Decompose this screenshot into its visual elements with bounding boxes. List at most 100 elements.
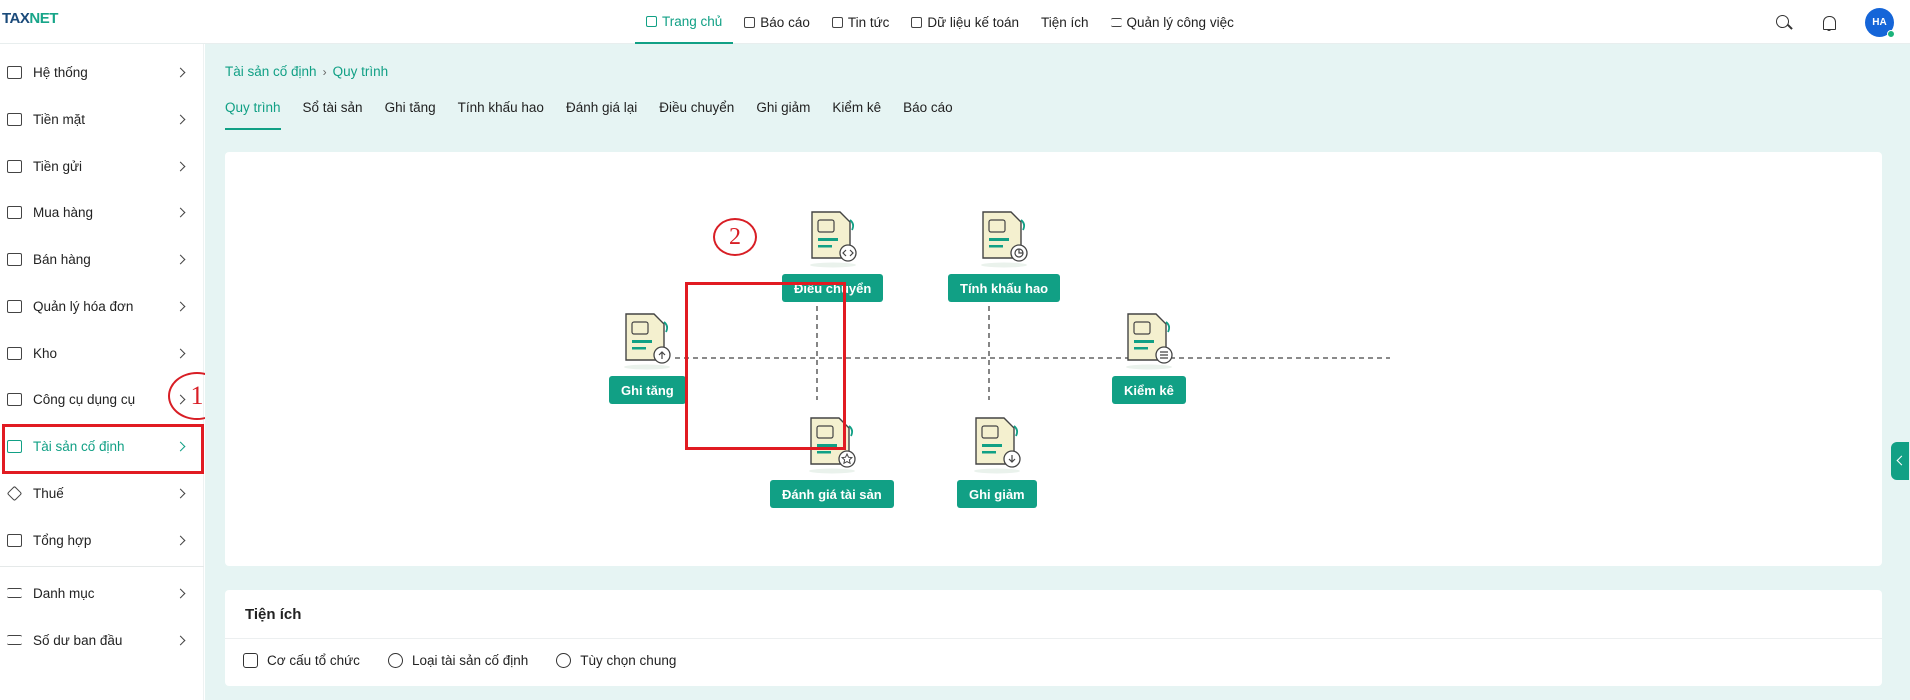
sidebar-item-opening-balance[interactable]: Số dư ban đầu [0,620,204,660]
top-nav: Trang chủ Báo cáo Tin tức Dữ liệu kế toá… [635,0,1245,44]
sidebar-item-label: Bán hàng [33,251,91,267]
tab-process[interactable]: Quy trình [225,100,281,130]
sidebar-item-invoices[interactable]: Quản lý hóa đơn [0,286,204,326]
workflow-node-label[interactable]: Đánh giá tài sản [770,480,894,508]
online-status-dot [1887,30,1895,38]
sidebar-item-catalog[interactable]: Danh mục [0,573,204,613]
sidebar-item-cash[interactable]: Tiền mặt [0,99,204,139]
utility-label: Cơ cấu tổ chức [267,653,360,668]
sidebar-item-label: Công cụ dụng cụ [33,391,136,407]
sidebar-item-deposits[interactable]: Tiền gửi [0,146,204,186]
home-icon [646,15,657,27]
nav-news[interactable]: Tin tức [821,0,901,44]
tab-revaluation[interactable]: Đánh giá lại [566,100,637,130]
chevron-right-icon [175,254,186,264]
tag-icon [6,485,23,501]
annotation-marker-2: 2 [713,218,757,256]
nav-home[interactable]: Trang chủ [635,0,734,44]
shopping-bag-icon [7,205,22,219]
box-icon [7,346,22,360]
bank-icon [7,159,22,173]
sidebar-item-label: Kho [33,345,58,361]
workflow-node-label[interactable]: Ghi tăng [609,376,686,404]
nav-task-management[interactable]: Quản lý công việc [1100,0,1245,44]
user-avatar[interactable]: HA [1865,8,1895,38]
tab-inventory-check[interactable]: Kiểm kê [832,100,881,130]
nav-utilities-label: Tiện ích [1040,14,1089,30]
sidebar-item-warehouse[interactable]: Kho [0,333,204,373]
breadcrumb-root[interactable]: Tài sản cố định [225,64,317,79]
truck-icon [7,252,22,266]
sidebar-item-label: Tiền gửi [33,158,83,174]
workflow-canvas: Ghi tăng Điều chuyển Tính khấu hao Kiểm … [225,152,1882,566]
chevron-right-icon: › [322,64,327,79]
app-logo[interactable]: TAXNET [2,10,58,27]
chevron-right-icon [175,301,186,311]
workflow-node-label[interactable]: Ghi giảm [957,480,1037,508]
tab-bar: Quy trình Sổ tài sản Ghi tăng Tính khấu … [225,100,975,132]
asset-document-download-icon [973,417,1021,474]
cash-icon [7,112,22,126]
asset-document-checklist-icon [1125,313,1173,370]
nav-news-label: Tin tức [847,14,890,30]
cube-icon [243,653,258,668]
logo-text-b: NET [29,10,58,27]
sidebar-item-sales[interactable]: Bán hàng [0,239,204,279]
sidebar-item-label: Tiền mặt [33,111,86,127]
search-icon[interactable] [1775,14,1793,32]
nav-task-management-label: Quản lý công việc [1126,14,1234,30]
tab-report[interactable]: Báo cáo [903,100,953,130]
utility-general-options[interactable]: Tùy chọn chung [556,653,676,668]
sidebar-item-system[interactable]: Hệ thống [0,52,204,92]
hierarchy-icon [7,533,22,547]
sidebar-item-label: Thuế [33,485,64,501]
utility-label: Loại tài sản cố định [411,653,529,668]
nav-utilities[interactable]: Tiện ích [1030,0,1100,44]
sidebar-item-tax[interactable]: Thuế [0,473,204,513]
chevron-right-icon [175,348,186,358]
workflow-node-decrease: Ghi giảm [957,414,1037,508]
nav-accounting-data-label: Dữ liệu kế toán [927,14,1019,30]
highlight-box-increase [685,282,846,450]
tab-asset-book[interactable]: Sổ tài sản [303,100,363,130]
sidebar-item-purchasing[interactable]: Mua hàng [0,192,204,232]
menu-icon [7,588,22,598]
chevron-right-icon [175,161,186,171]
chevron-right-icon [175,114,186,124]
sidebar-item-label: Danh mục [33,585,95,601]
logo-text-a: TAX [2,10,30,27]
balance-icon [7,635,22,645]
utility-label: Tùy chọn chung [580,653,677,668]
asset-document-pie-icon [981,211,1028,268]
avatar-initials: HA [1872,17,1887,28]
list-icon [1110,17,1122,27]
invoice-icon [7,299,22,313]
sidebar-item-summary[interactable]: Tổng hợp [0,520,204,560]
notification-bell-icon[interactable] [1820,14,1838,32]
breadcrumb: Tài sản cố định › Quy trình [225,64,388,79]
chevron-right-icon [175,67,186,77]
tab-transfer[interactable]: Điều chuyển [659,100,734,130]
utilities-panel: Tiện ích Cơ cấu tổ chức Loại tài sản cố … [225,590,1882,686]
tab-decrease[interactable]: Ghi giảm [756,100,810,130]
main-content: Tài sản cố định › Quy trình Quy trình Sổ… [205,44,1910,700]
sidebar-item-label: Quản lý hóa đơn [33,298,134,314]
chevron-right-icon [175,207,186,217]
nav-accounting-data[interactable]: Dữ liệu kế toán [900,0,1030,44]
utilities-list: Cơ cấu tổ chức Loại tài sản cố định Tùy … [243,653,676,668]
tools-icon [7,392,22,406]
workflow-node-label[interactable]: Kiểm kê [1112,376,1186,404]
panel-collapse-toggle[interactable] [1891,442,1909,480]
chevron-right-icon [175,488,186,498]
user-settings-icon [387,653,403,668]
workflow-node-label[interactable]: Tính khấu hao [948,274,1061,302]
nav-reports[interactable]: Báo cáo [733,0,821,44]
chevron-right-icon [175,535,186,545]
tab-increase[interactable]: Ghi tăng [385,100,436,130]
top-bar: TAXNET Trang chủ Báo cáo Tin tức Dữ liệu… [0,0,1910,44]
tab-depreciation[interactable]: Tính khấu hao [458,100,544,130]
utility-asset-types[interactable]: Loại tài sản cố định [387,653,529,668]
sidebar-item-label: Mua hàng [33,204,94,220]
utility-org-structure[interactable]: Cơ cấu tổ chức [243,653,360,668]
asset-document-code-icon [809,211,857,268]
